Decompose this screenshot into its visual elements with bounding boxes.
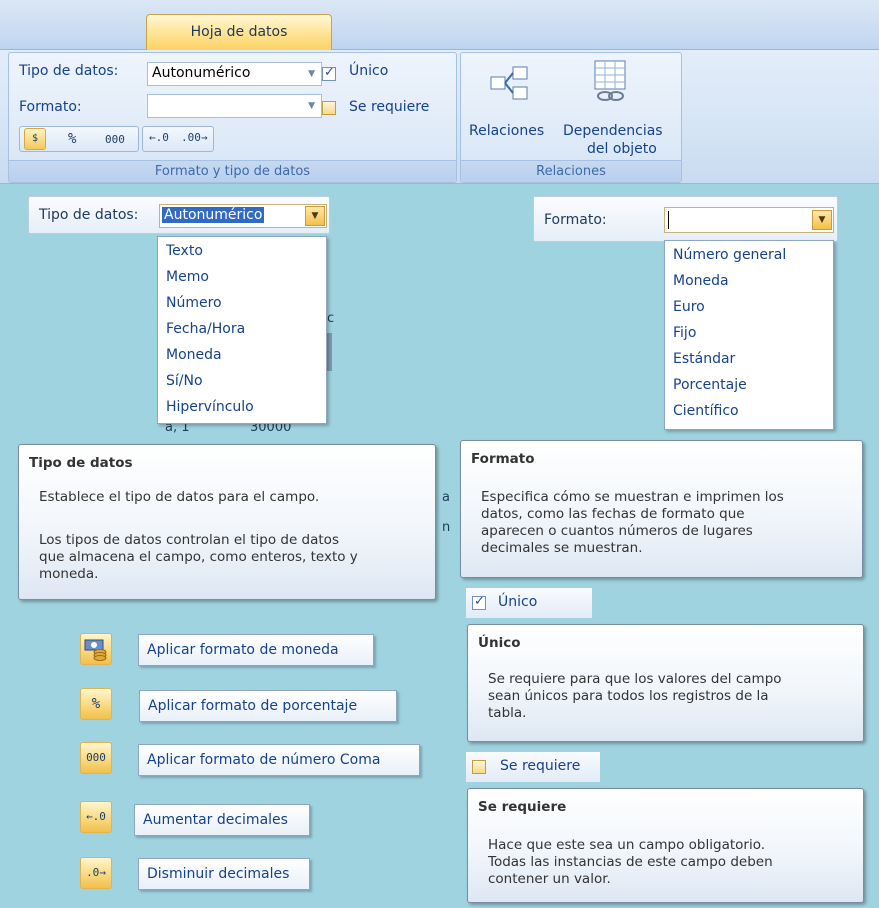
- chevron-down-icon[interactable]: ▼: [812, 210, 832, 230]
- list-item[interactable]: Número: [166, 295, 222, 311]
- background-text: c: [327, 311, 335, 326]
- list-item[interactable]: Fijo: [673, 325, 696, 341]
- dependencias-button-line2[interactable]: del objeto: [587, 141, 657, 157]
- tipo-de-datos-label: Tipo de datos:: [19, 63, 119, 79]
- dependencias-icon[interactable]: [589, 59, 633, 105]
- decimal-buttons: ←.0 .00→: [142, 126, 214, 152]
- relaciones-icon[interactable]: [489, 63, 529, 105]
- tooltip-text: contener un valor.: [488, 871, 611, 887]
- tooltip-text: tabla.: [488, 705, 527, 721]
- list-item[interactable]: Porcentaje: [673, 377, 747, 393]
- background-text: a: [442, 490, 450, 505]
- group-relaciones: Relaciones Dependencias del objeto Relac…: [460, 52, 682, 183]
- tipo-de-datos-list: Texto Memo Número Fecha/Hora Moneda Sí/N…: [157, 236, 327, 424]
- formato-label: Formato:: [19, 99, 82, 115]
- aplicar-porcentaje-button[interactable]: Aplicar formato de porcentaje: [139, 690, 397, 722]
- increase-decimals-icon[interactable]: ←.0: [80, 801, 112, 833]
- list-item[interactable]: Fecha/Hora: [166, 321, 245, 337]
- tooltip-text: aparecen o cuantos números de lugares: [481, 523, 753, 539]
- tooltip-title: Formato: [471, 451, 535, 467]
- percent-icon[interactable]: %: [68, 131, 76, 147]
- unico-checkbox[interactable]: [472, 594, 486, 610]
- tipo-de-datos-combo[interactable]: Autonumérico ▼: [147, 62, 322, 86]
- tooltip-title: Único: [478, 635, 521, 651]
- list-item[interactable]: Estándar: [673, 351, 735, 367]
- list-item[interactable]: Moneda: [166, 347, 222, 363]
- formato-header: Formato: ▼: [533, 196, 838, 242]
- tipo-de-datos-selected: Autonumérico: [162, 207, 265, 223]
- aplicar-numero-coma-button[interactable]: Aplicar formato de número Coma: [138, 744, 420, 776]
- decrease-decimals-icon[interactable]: .00→: [181, 131, 208, 144]
- se-requiere-check-row[interactable]: Se requiere: [466, 752, 600, 782]
- tooltip-title: Se requiere: [478, 799, 567, 815]
- tipo-de-datos-label: Tipo de datos:: [39, 207, 139, 223]
- group-formato-tipo: Tipo de datos: Autonumérico ▼ Único Form…: [8, 52, 457, 183]
- aumentar-decimales-button[interactable]: Aumentar decimales: [134, 804, 310, 836]
- unico-checkbox[interactable]: [322, 65, 336, 81]
- unico-label: Único: [498, 594, 538, 610]
- currency-icon[interactable]: $: [24, 128, 46, 150]
- se-requiere-checkbox[interactable]: [472, 760, 486, 774]
- tooltip-text: moneda.: [39, 566, 99, 582]
- unico-label: Único: [349, 63, 389, 79]
- dependencias-button[interactable]: Dependencias: [563, 123, 663, 139]
- se-requiere-label: Se requiere: [500, 758, 581, 774]
- tooltip-text: Establece el tipo de datos para el campo…: [39, 489, 320, 505]
- list-item[interactable]: Hipervínculo: [166, 399, 254, 415]
- increase-decimals-icon[interactable]: ←.0: [149, 131, 169, 144]
- aplicar-moneda-button[interactable]: Aplicar formato de moneda: [138, 634, 374, 666]
- tooltip-text: que almacena el campo, como enteros, tex…: [39, 549, 358, 565]
- se-requiere-checkbox[interactable]: [322, 101, 336, 115]
- tipo-de-datos-value: Autonumérico: [152, 65, 251, 81]
- chevron-down-icon[interactable]: ▼: [305, 206, 325, 226]
- list-item[interactable]: Científico: [673, 403, 739, 419]
- ribbon-tab-strip: [0, 0, 879, 50]
- list-item[interactable]: Número general: [673, 247, 786, 263]
- tooltip-text: datos, como las fechas de formato que: [481, 506, 745, 522]
- tooltip-title: Tipo de datos: [29, 455, 133, 471]
- formato-list: Número general Moneda Euro Fijo Estándar…: [664, 240, 834, 430]
- chevron-down-icon[interactable]: ▼: [308, 69, 315, 79]
- formato-combo[interactable]: ▼: [147, 94, 322, 118]
- se-requiere-label: Se requiere: [349, 99, 430, 115]
- tooltip-text: Especifica cómo se muestran e imprimen l…: [481, 489, 784, 505]
- tipo-de-datos-header: Tipo de datos: Autonumérico ▼: [28, 196, 330, 234]
- group-label-relaciones: Relaciones: [461, 160, 681, 182]
- list-item[interactable]: Texto: [166, 243, 203, 259]
- number-format-buttons: $ % 000: [19, 126, 139, 152]
- comma-number-icon[interactable]: 000: [105, 133, 125, 146]
- relaciones-button[interactable]: Relaciones: [469, 123, 544, 139]
- unico-check-row[interactable]: Único: [466, 588, 592, 618]
- background-text: n: [442, 520, 451, 535]
- tab-hoja-de-datos[interactable]: Hoja de datos: [146, 14, 332, 51]
- disminuir-decimales-button[interactable]: Disminuir decimales: [138, 858, 310, 890]
- tooltip-text: Se requiere para que los valores del cam…: [488, 671, 782, 687]
- tooltip-text: Hace que este sea un campo obligatorio.: [488, 837, 766, 853]
- currency-icon[interactable]: [80, 633, 112, 665]
- comma-number-icon[interactable]: 000: [80, 742, 112, 774]
- percent-icon[interactable]: %: [80, 688, 112, 720]
- list-item[interactable]: Moneda: [673, 273, 729, 289]
- tooltip-tipo-de-datos: Tipo de datos Establece el tipo de datos…: [18, 444, 436, 600]
- chevron-down-icon[interactable]: ▼: [308, 101, 315, 111]
- tooltip-text: Los tipos de datos controlan el tipo de …: [39, 532, 339, 548]
- list-item[interactable]: Memo: [166, 269, 209, 285]
- text-caret: [668, 211, 669, 229]
- formato-label: Formato:: [544, 212, 607, 228]
- tipo-de-datos-select[interactable]: Autonumérico ▼: [159, 204, 327, 228]
- tooltip-text: decimales se muestran.: [481, 540, 643, 556]
- group-label-formato-tipo: Formato y tipo de datos: [9, 160, 456, 182]
- tooltip-text: sean únicos para todos los registros de …: [488, 688, 769, 704]
- decrease-decimals-icon[interactable]: .0→: [80, 857, 112, 889]
- list-item[interactable]: Sí/No: [166, 373, 203, 389]
- tooltip-se-requiere: Se requiere Hace que este sea un campo o…: [467, 788, 864, 903]
- tooltip-formato: Formato Especifica cómo se muestran e im…: [460, 440, 863, 578]
- tooltip-unico: Único Se requiere para que los valores d…: [467, 624, 864, 742]
- formato-select[interactable]: ▼: [664, 207, 834, 233]
- tooltip-text: Todas las instancias de este campo deben: [488, 854, 773, 870]
- list-item[interactable]: Euro: [673, 299, 705, 315]
